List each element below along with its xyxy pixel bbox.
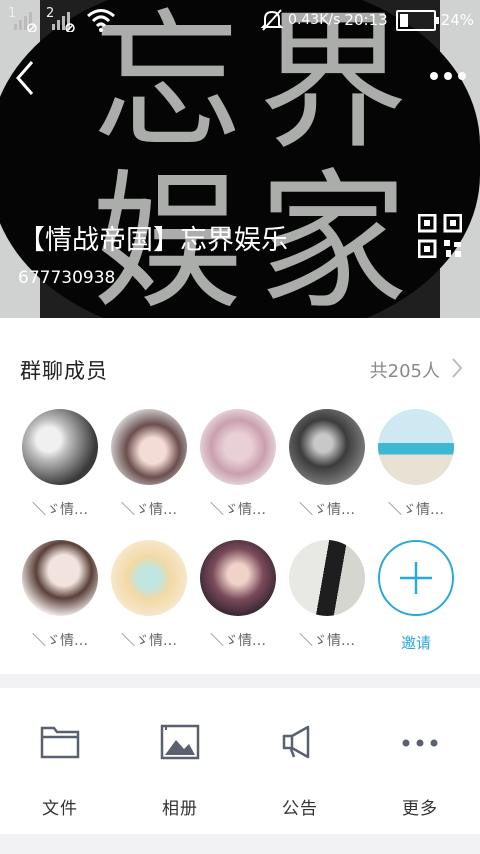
album-button[interactable]: 相册	[120, 688, 240, 834]
member-name: ＼ゞ情…	[121, 502, 177, 518]
invite-label: 邀请	[400, 634, 431, 652]
member-item-5[interactable]: ＼ゞ情…	[371, 409, 461, 519]
more-options-icon[interactable]	[428, 66, 468, 86]
member-name: ＼ゞ情…	[121, 633, 177, 649]
member-item-4[interactable]: ＼ゞ情…	[282, 409, 372, 519]
files-label: 文件	[42, 799, 78, 819]
avatar	[22, 409, 98, 485]
plus-icon	[400, 562, 432, 594]
member-name: ＼ゞ情…	[210, 633, 266, 649]
member-name: ＼ゞ情…	[32, 633, 88, 649]
announcement-label: 公告	[282, 799, 318, 819]
back-arrow-icon[interactable]	[10, 58, 42, 98]
announcement-button[interactable]: 公告	[240, 688, 360, 834]
album-icon	[160, 724, 200, 760]
member-name: ＼ゞ情…	[210, 502, 266, 518]
clock: 20:13	[344, 11, 388, 29]
member-name: ＼ゞ情…	[32, 502, 88, 518]
member-item-2[interactable]: ＼ゞ情…	[104, 409, 194, 519]
avatar	[289, 540, 365, 616]
network-speed: 0.43K/s	[288, 12, 341, 28]
battery-percent: 24%	[440, 11, 474, 29]
member-item-1[interactable]: ＼ゞ情…	[15, 409, 105, 519]
member-item-9[interactable]: ＼ゞ情…	[282, 540, 372, 650]
avatar	[200, 540, 276, 616]
signal-bars-icon	[14, 12, 37, 32]
battery-icon	[395, 9, 439, 31]
signal-bars-icon-2	[52, 12, 75, 32]
more-button[interactable]: 更多	[360, 688, 480, 834]
folder-icon	[40, 726, 80, 759]
avatar	[111, 409, 187, 485]
more-label: 更多	[402, 799, 438, 819]
member-item-8[interactable]: ＼ゞ情…	[193, 540, 283, 650]
more-icon	[402, 739, 438, 747]
members-count[interactable]: 共205人	[370, 357, 440, 383]
group-number: 677730938	[18, 268, 116, 288]
files-button[interactable]: 文件	[0, 688, 120, 834]
group-name: 【情战帝国】忘界娱乐	[18, 225, 288, 256]
invite-circle[interactable]	[378, 540, 454, 616]
status-bar: 1 2 0.43K/s 20:13 24%	[0, 0, 480, 38]
avatar	[289, 409, 365, 485]
member-name: ＼ゞ情…	[299, 633, 355, 649]
group-members-panel: 群聊成员 共205人 ＼ゞ情… ＼ゞ情… ＼ゞ情… ＼ゞ情… ＼ゞ情… ＼ゞ情……	[0, 318, 480, 674]
member-item-6[interactable]: ＼ゞ情…	[15, 540, 105, 650]
status-right: 0.43K/s 20:13 24%	[260, 9, 474, 31]
avatar	[378, 409, 454, 485]
qr-code-icon[interactable]	[418, 214, 462, 258]
member-name: ＼ゞ情…	[299, 502, 355, 518]
album-label: 相册	[162, 799, 198, 819]
member-item-3[interactable]: ＼ゞ情…	[193, 409, 283, 519]
group-header-banner: 忘 界 娱 家 1 2 0.43K/s 20:13 24% 【情战帝国】忘界娱乐…	[0, 0, 480, 318]
group-actions-bar: 文件 相册 公告 更多	[0, 688, 480, 834]
member-name: ＼ゞ情…	[388, 502, 444, 518]
wifi-icon	[87, 9, 115, 32]
mute-bell-icon	[260, 9, 284, 31]
megaphone-icon	[282, 725, 310, 759]
invite-button[interactable]: 邀请	[371, 540, 461, 653]
avatar	[200, 409, 276, 485]
members-title: 群聊成员	[20, 359, 108, 383]
chevron-right-icon[interactable]	[450, 356, 464, 380]
member-item-7[interactable]: ＼ゞ情…	[104, 540, 194, 650]
avatar	[22, 540, 98, 616]
avatar	[111, 540, 187, 616]
